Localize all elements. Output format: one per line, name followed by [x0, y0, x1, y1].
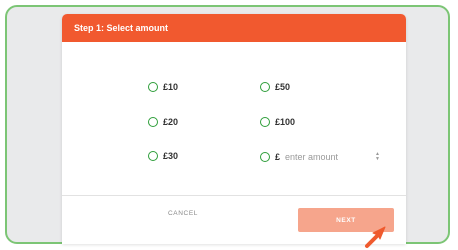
amount-option-30[interactable]: £30 [148, 151, 178, 161]
amount-option-label: £30 [163, 151, 179, 161]
amount-option-50[interactable]: £50 [260, 82, 290, 92]
radio-icon[interactable] [148, 151, 158, 161]
amount-option-label: £50 [275, 82, 291, 92]
number-spinner[interactable]: ▲ ▼ [375, 152, 380, 162]
amount-option-100[interactable]: £100 [260, 117, 295, 127]
spinner-down-icon[interactable]: ▼ [375, 157, 380, 162]
amount-option-20[interactable]: £20 [148, 117, 178, 127]
cancel-button[interactable]: CANCEL [168, 210, 198, 217]
radio-icon[interactable] [260, 82, 270, 92]
radio-icon[interactable] [260, 117, 270, 127]
custom-amount-option[interactable]: £ ▲ ▼ [260, 150, 380, 164]
dialog-title: Step 1: Select amount [74, 23, 169, 33]
custom-amount-input[interactable] [285, 150, 374, 164]
next-button-label: NEXT [336, 216, 356, 224]
mouse-cursor-icon [365, 226, 386, 248]
amount-option-label: £10 [163, 82, 179, 92]
radio-icon[interactable] [148, 117, 158, 127]
amount-option-label: £20 [163, 117, 179, 127]
radio-icon[interactable] [260, 152, 270, 162]
dialog-header: Step 1: Select amount [62, 14, 406, 42]
currency-symbol: £ [275, 152, 281, 162]
amount-option-label: £100 [275, 117, 296, 127]
radio-icon[interactable] [148, 82, 158, 92]
amount-option-10[interactable]: £10 [148, 82, 178, 92]
footer-divider [62, 195, 406, 196]
